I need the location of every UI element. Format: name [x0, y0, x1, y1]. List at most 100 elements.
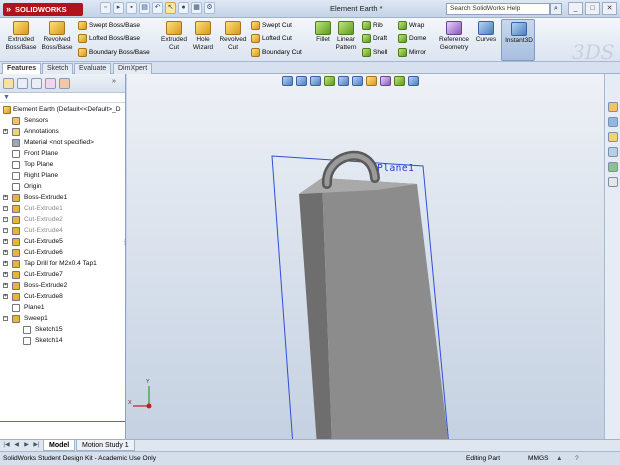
tree-item[interactable]: + Cut-Extrude5: [0, 236, 125, 247]
fillet-button[interactable]: Fillet: [312, 21, 334, 44]
file-explorer-icon[interactable]: [608, 132, 618, 142]
tree-root[interactable]: Element Earth (Default<<Default>_D: [0, 104, 125, 115]
tab-dimxpert[interactable]: DimXpert: [113, 63, 153, 74]
dimxpert-manager-icon[interactable]: [45, 78, 56, 89]
tree-item[interactable]: Sketch15: [0, 324, 125, 335]
tree-item[interactable]: + Cut-Extrude1: [0, 203, 125, 214]
tree-item[interactable]: + Cut-Extrude8: [0, 291, 125, 302]
configuration-manager-icon[interactable]: [31, 78, 42, 89]
tab-evaluate[interactable]: Evaluate: [74, 63, 112, 74]
close-button[interactable]: ✕: [602, 2, 617, 15]
search-icon[interactable]: ⌕: [550, 3, 562, 15]
select-icon[interactable]: ↖: [165, 2, 176, 14]
custom-properties-icon[interactable]: [608, 177, 618, 187]
swept-cut-button[interactable]: Swept Cut: [251, 21, 292, 30]
revolved-boss-button[interactable]: Revolved Boss/Base: [40, 21, 74, 51]
expand-icon[interactable]: +: [3, 272, 8, 277]
tree-item[interactable]: + Boss-Extrude2: [0, 280, 125, 291]
view-palette-icon[interactable]: [608, 147, 618, 157]
tree-item[interactable]: + Annotations: [0, 126, 125, 137]
new-icon[interactable]: ▫: [100, 2, 111, 14]
lofted-cut-button[interactable]: Lofted Cut: [251, 34, 292, 43]
restore-button[interactable]: □: [585, 2, 600, 15]
plane1-label[interactable]: Plane1: [377, 163, 414, 174]
tree-item[interactable]: Top Plane: [0, 159, 125, 170]
undo-icon[interactable]: ↶: [152, 2, 163, 14]
tree-item[interactable]: Sketch14: [0, 335, 125, 346]
expand-icon[interactable]: +: [3, 250, 8, 255]
draft-button[interactable]: Draft: [362, 34, 387, 43]
revolved-cut-button[interactable]: Revolved Cut: [217, 21, 249, 51]
options-icon[interactable]: ⚙: [204, 2, 215, 14]
graphics-area[interactable]: Plane1 Y X: [127, 74, 604, 439]
tree-item[interactable]: − Sweep1: [0, 313, 125, 324]
first-tab-icon[interactable]: |◀: [2, 441, 11, 450]
tree-item[interactable]: Material <not specified>: [0, 137, 125, 148]
file-properties-icon[interactable]: ▦: [191, 2, 202, 14]
tab-model[interactable]: Model: [43, 440, 76, 451]
reference-geometry-button[interactable]: Reference Geometry: [436, 21, 472, 51]
tree-item[interactable]: + Cut-Extrude4: [0, 225, 125, 236]
display-manager-icon[interactable]: [59, 78, 70, 89]
wrap-button[interactable]: Wrap: [398, 21, 424, 30]
instant3d-button[interactable]: Instant3D: [501, 19, 535, 61]
tab-sketch[interactable]: Sketch: [42, 63, 74, 74]
tree-item[interactable]: + Tap Drill for M2x0.4 Tap1: [0, 258, 125, 269]
lofted-boss-button[interactable]: Lofted Boss/Base: [78, 34, 140, 43]
tab-motion-study[interactable]: Motion Study 1: [76, 440, 135, 451]
expand-icon[interactable]: +: [3, 283, 8, 288]
tree-item[interactable]: + Cut-Extrude6: [0, 247, 125, 258]
boundary-cut-button[interactable]: Boundary Cut: [251, 48, 302, 57]
resources-icon[interactable]: [608, 102, 618, 112]
search-input[interactable]: Search SolidWorks Help: [446, 3, 550, 15]
expand-icon[interactable]: +: [3, 261, 8, 266]
extruded-boss-button[interactable]: Extruded Boss/Base: [3, 21, 39, 51]
tree-item[interactable]: Right Plane: [0, 170, 125, 181]
expand-icon[interactable]: +: [3, 206, 8, 211]
tree-item[interactable]: + Cut-Extrude2: [0, 214, 125, 225]
property-manager-icon[interactable]: [17, 78, 28, 89]
print-icon[interactable]: ▤: [139, 2, 150, 14]
solidworks-logo[interactable]: SOLIDWORKS: [3, 3, 83, 16]
mirror-button[interactable]: Mirror: [398, 48, 426, 57]
dome-button[interactable]: Dome: [398, 34, 426, 43]
tab-features[interactable]: Features: [2, 63, 42, 74]
tree-item[interactable]: Plane1: [0, 302, 125, 313]
expand-icon[interactable]: +: [3, 294, 8, 299]
linear-pattern-button[interactable]: Linear Pattern: [333, 21, 359, 51]
expand-icon[interactable]: +: [3, 239, 8, 244]
curves-button[interactable]: Curves: [473, 21, 499, 44]
tree-item[interactable]: + Cut-Extrude7: [0, 269, 125, 280]
prev-tab-icon[interactable]: ◀: [12, 441, 21, 450]
part-front-face[interactable]: [322, 178, 449, 439]
save-icon[interactable]: ▪: [126, 2, 137, 14]
tree-item[interactable]: Sensors: [0, 115, 125, 126]
next-tab-icon[interactable]: ▶: [22, 441, 31, 450]
hole-wizard-button[interactable]: Hole Wizard: [190, 21, 216, 51]
expand-icon[interactable]: +: [3, 129, 8, 134]
units-dropdown-icon[interactable]: ▲: [556, 452, 563, 465]
open-icon[interactable]: ▸: [113, 2, 124, 14]
shell-button[interactable]: Shell: [362, 48, 387, 57]
expand-icon[interactable]: +: [3, 195, 8, 200]
collapse-icon[interactable]: −: [3, 316, 8, 321]
design-library-icon[interactable]: [608, 117, 618, 127]
appearances-icon[interactable]: [608, 162, 618, 172]
last-tab-icon[interactable]: ▶|: [32, 441, 41, 450]
tree-item[interactable]: + Boss-Extrude1: [0, 192, 125, 203]
feature-tree-icon[interactable]: [3, 78, 14, 89]
boundary-boss-button[interactable]: Boundary Boss/Base: [78, 48, 150, 57]
expand-icon[interactable]: +: [3, 228, 8, 233]
panel-expand-icon[interactable]: »: [112, 78, 123, 89]
expand-icon[interactable]: +: [3, 217, 8, 222]
rebuild-icon[interactable]: ●: [178, 2, 189, 14]
rib-button[interactable]: Rib: [362, 21, 383, 30]
tree-filter[interactable]: ▼: [0, 93, 125, 103]
extruded-cut-button[interactable]: Extruded Cut: [157, 21, 191, 51]
minimize-button[interactable]: _: [568, 2, 583, 15]
tree-item[interactable]: Origin: [0, 181, 125, 192]
help-icon[interactable]: ?: [575, 452, 579, 465]
tree-item[interactable]: Front Plane: [0, 148, 125, 159]
swept-boss-button[interactable]: Swept Boss/Base: [78, 21, 140, 30]
units-selector[interactable]: MMGS: [528, 452, 549, 465]
